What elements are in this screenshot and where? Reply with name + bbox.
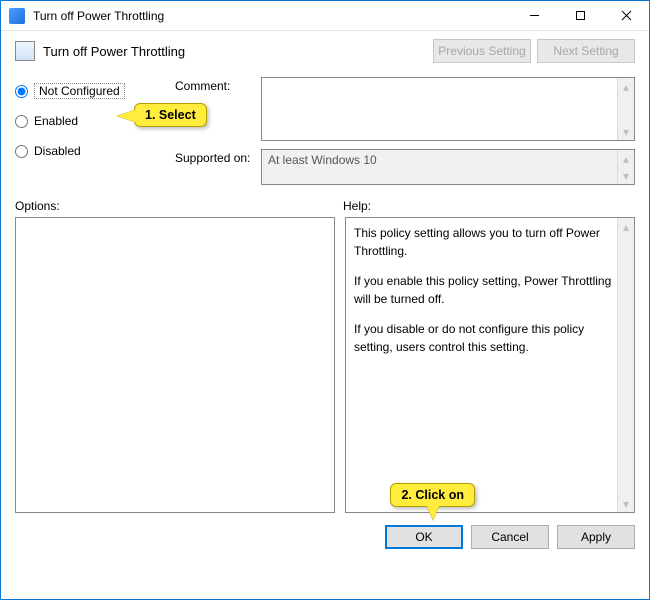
radio-not-configured-input[interactable]	[15, 85, 28, 98]
scroll-up-icon: ▴	[618, 150, 634, 167]
ok-button[interactable]: OK	[385, 525, 463, 549]
close-button[interactable]	[603, 1, 649, 31]
radio-not-configured-label: Not Configured	[34, 83, 125, 99]
radio-not-configured[interactable]: Not Configured	[15, 81, 175, 101]
supported-on-label: Supported on:	[175, 149, 261, 185]
help-text-1: This policy setting allows you to turn o…	[354, 224, 612, 260]
annotation-click-on: 2. Click on	[390, 483, 475, 507]
annotation-select: 1. Select	[134, 103, 207, 127]
radio-disabled-label: Disabled	[34, 144, 81, 158]
window-title: Turn off Power Throttling	[33, 9, 511, 23]
apply-button[interactable]: Apply	[557, 525, 635, 549]
scroll-up-icon: ▴	[618, 218, 634, 235]
supported-on-value: At least Windows 10	[268, 153, 377, 167]
titlebar: Turn off Power Throttling	[1, 1, 649, 31]
options-label: Options:	[15, 199, 343, 213]
options-box	[15, 217, 335, 513]
radio-disabled[interactable]: Disabled	[15, 141, 175, 161]
radio-enabled-input[interactable]	[15, 115, 28, 128]
minimize-button[interactable]	[511, 1, 557, 31]
help-box: This policy setting allows you to turn o…	[345, 217, 635, 513]
help-scrollbar[interactable]: ▴ ▾	[617, 218, 634, 512]
scroll-down-icon: ▾	[618, 495, 634, 512]
supported-on-box: At least Windows 10 ▴ ▾	[261, 149, 635, 185]
supported-scrollbar[interactable]: ▴ ▾	[617, 150, 634, 184]
help-text-3: If you disable or do not configure this …	[354, 320, 612, 356]
help-text-2: If you enable this policy setting, Power…	[354, 272, 612, 308]
policy-icon	[15, 41, 35, 61]
scroll-up-icon: ▴	[618, 78, 634, 95]
app-icon	[9, 8, 25, 24]
policy-header: Turn off Power Throttling Previous Setti…	[1, 31, 649, 71]
radio-enabled-label: Enabled	[34, 114, 78, 128]
next-setting-button[interactable]: Next Setting	[537, 39, 635, 63]
cancel-button[interactable]: Cancel	[471, 525, 549, 549]
comment-scrollbar[interactable]: ▴ ▾	[617, 78, 634, 140]
scroll-down-icon: ▾	[618, 123, 634, 140]
comment-textarea[interactable]: ▴ ▾	[261, 77, 635, 141]
help-label: Help:	[343, 199, 635, 213]
radio-disabled-input[interactable]	[15, 145, 28, 158]
scroll-down-icon: ▾	[618, 167, 634, 184]
previous-setting-button[interactable]: Previous Setting	[433, 39, 531, 63]
policy-title: Turn off Power Throttling	[43, 44, 427, 59]
maximize-button[interactable]	[557, 1, 603, 31]
upper-section: Not Configured Enabled Disabled Comment:…	[1, 71, 649, 193]
state-radio-group: Not Configured Enabled Disabled	[15, 77, 175, 193]
